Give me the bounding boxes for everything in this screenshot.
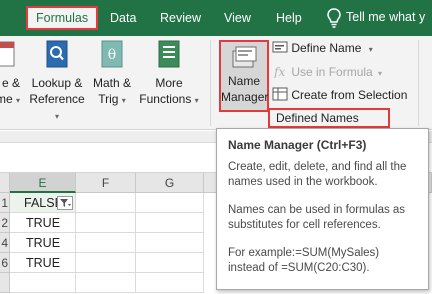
tab-data[interactable]: Data xyxy=(110,7,136,29)
cell-g4[interactable] xyxy=(136,233,204,253)
date-time-label-2: me ▾ xyxy=(0,92,20,106)
cell-e7[interactable] xyxy=(10,273,76,293)
row-header-corner[interactable] xyxy=(0,173,10,193)
use-in-formula-label: Use in Formula xyxy=(291,65,373,79)
date-time-label-1: e & xyxy=(1,76,20,90)
math-label-1: Math & xyxy=(92,76,131,90)
lookup-reference-button[interactable]: Lookup & Reference ▾ xyxy=(27,40,87,125)
ribbon-tab-bar: Formulas Data Review View Help Tell me w… xyxy=(0,0,432,36)
date-time-button[interactable]: e & me ▾ xyxy=(0,40,22,109)
svg-text:θ: θ xyxy=(108,47,116,63)
row-header[interactable]: 4 xyxy=(0,233,10,253)
cell-f4[interactable] xyxy=(76,233,136,253)
tell-me-search[interactable]: Tell me what y xyxy=(346,10,425,24)
column-header-g[interactable]: G xyxy=(136,173,204,193)
tab-formulas[interactable]: Formulas xyxy=(26,6,99,30)
cell-e2[interactable]: TRUE xyxy=(10,213,76,233)
name-manager-label-2: Manager xyxy=(221,90,269,104)
more-functions-button[interactable]: More Functions ▾ xyxy=(136,40,202,109)
lookup-label-1: Lookup & xyxy=(31,76,83,90)
cell-g6[interactable] xyxy=(136,253,204,273)
create-from-selection-button[interactable]: Create from Selection xyxy=(272,85,407,105)
tab-view[interactable]: View xyxy=(224,7,251,29)
cell-f6[interactable] xyxy=(76,253,136,273)
more-label-1: More xyxy=(155,76,183,90)
row-header[interactable] xyxy=(0,273,10,293)
ribbon-separator xyxy=(418,40,419,126)
cell-f7[interactable] xyxy=(76,273,136,293)
create-from-selection-icon xyxy=(272,87,288,101)
cell-f1[interactable] xyxy=(76,193,136,213)
more-label-2: Functions ▾ xyxy=(139,92,199,106)
row-header[interactable]: 6 xyxy=(0,253,10,273)
tooltip-title: Name Manager (Ctrl+F3) xyxy=(228,138,367,152)
define-name-label: Define Name xyxy=(291,41,362,55)
tooltip-names-usage: Names can be used in formulas as substit… xyxy=(228,204,406,231)
name-manager-button[interactable]: Name Manager xyxy=(219,40,269,112)
ribbon-separator xyxy=(210,40,211,126)
filter-funnel-icon xyxy=(60,199,71,207)
lightbulb-icon[interactable] xyxy=(326,8,342,28)
more-functions-book-icon xyxy=(158,40,180,68)
math-trig-button[interactable]: θ Math & Trig ▾ xyxy=(89,40,135,109)
cell-f2[interactable] xyxy=(76,213,136,233)
tooltip-description: Create, edit, delete, and find all the n… xyxy=(228,161,407,188)
math-label-2: Trig ▾ xyxy=(98,92,126,106)
theta-book-icon: θ xyxy=(101,40,123,68)
row-header[interactable]: 2 xyxy=(0,213,10,233)
tab-review[interactable]: Review xyxy=(160,7,201,29)
define-name-button[interactable]: Define Name ▾ xyxy=(272,38,373,58)
cell-e6[interactable]: TRUE xyxy=(10,253,76,273)
lookup-label-2: Reference ▾ xyxy=(29,92,85,121)
filter-button[interactable] xyxy=(57,196,73,210)
chevron-down-icon: ▾ xyxy=(378,69,383,78)
lookup-book-icon xyxy=(46,40,68,68)
tab-help[interactable]: Help xyxy=(276,7,302,29)
column-header-e[interactable]: E xyxy=(10,173,76,193)
name-manager-label-1: Name xyxy=(227,74,260,88)
name-manager-tooltip: Name Manager (Ctrl+F3) Create, edit, del… xyxy=(216,128,429,290)
create-from-selection-label: Create from Selection xyxy=(291,88,408,102)
cell-e4[interactable]: TRUE xyxy=(10,233,76,253)
cell-g7[interactable] xyxy=(136,273,204,293)
row-header[interactable]: 1 xyxy=(0,193,10,213)
cell-g1[interactable] xyxy=(136,193,204,213)
tooltip-example: For example:=SUM(MySales) instead of =SU… xyxy=(228,246,418,276)
defined-names-group-label: Defined Names xyxy=(268,108,390,128)
use-in-formula-button[interactable]: fx Use in Formula ▾ xyxy=(272,62,382,82)
tooltip-example-line-2: instead of =SUM(C20:C30). xyxy=(228,262,370,274)
svg-text:fx: fx xyxy=(273,65,285,78)
chevron-down-icon: ▾ xyxy=(368,45,373,54)
column-header-f[interactable]: F xyxy=(76,173,136,193)
tooltip-example-line-1: For example:=SUM(MySales) xyxy=(228,247,380,259)
fx-icon: fx xyxy=(273,65,285,79)
clock-book-icon xyxy=(0,41,15,67)
name-manager-icon xyxy=(232,46,257,68)
define-name-icon xyxy=(272,41,288,53)
cell-g2[interactable] xyxy=(136,213,204,233)
